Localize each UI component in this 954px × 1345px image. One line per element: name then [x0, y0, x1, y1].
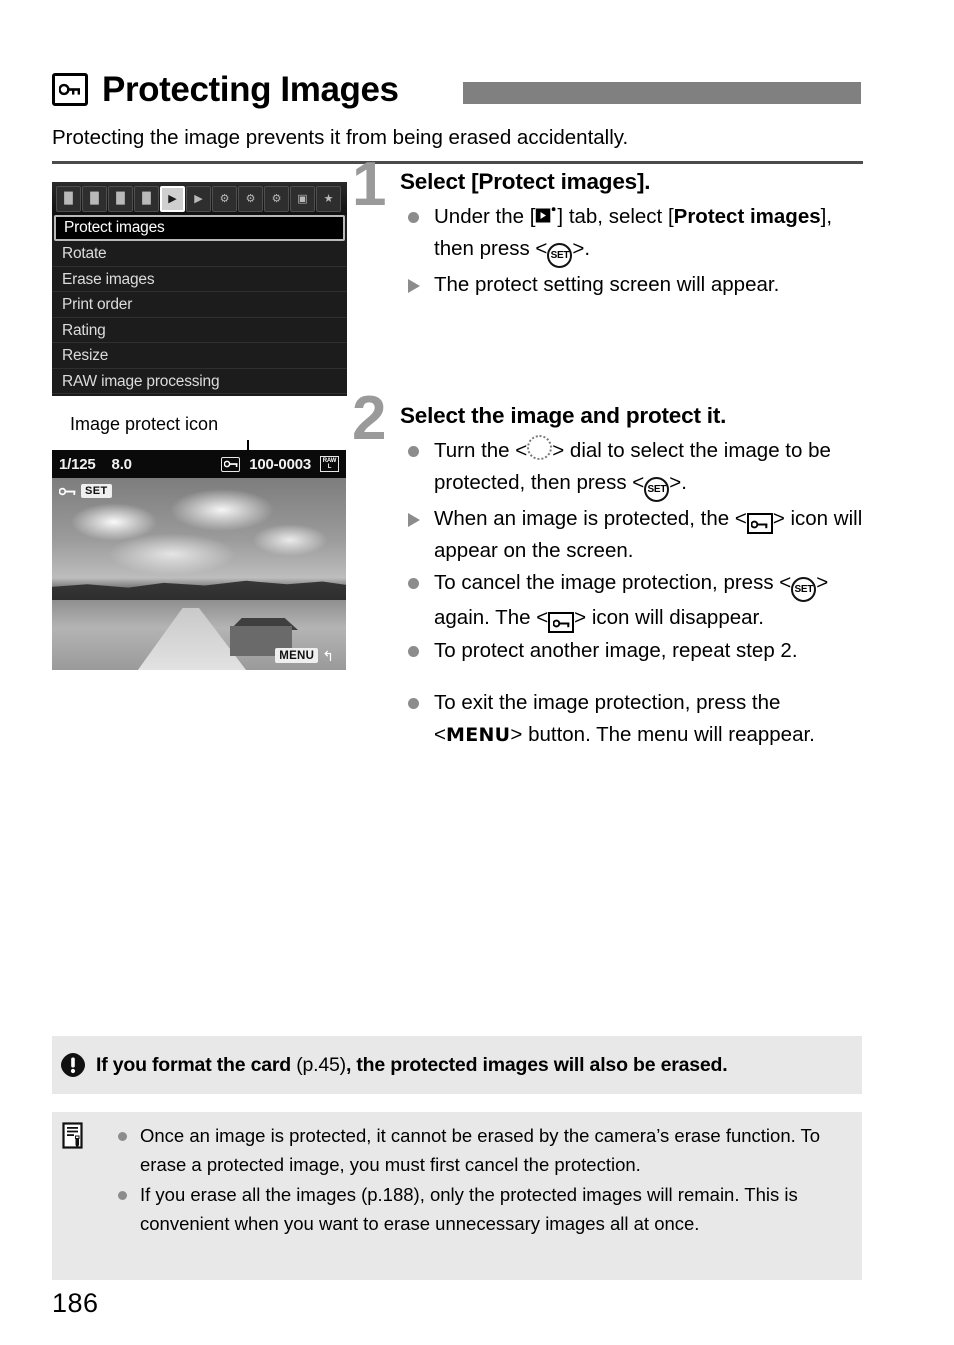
menu-tab-playback-tab-1[interactable]: ▶ — [160, 185, 185, 212]
playback-tab-1: ▶ — [168, 192, 177, 205]
set-button-icon: SET — [644, 476, 670, 502]
lcd-file-number: 100-0003 — [249, 455, 311, 473]
step-2-heading: Select the image and protect it. — [400, 403, 727, 428]
menu-tab-setup-tab-2[interactable]: ⚙ — [238, 185, 263, 212]
note-list: Once an image is protected, it cannot be… — [114, 1122, 846, 1239]
camera-menu-screenshot: █ █ █ █ ▶ ▶ ⚙ ⚙ ⚙ ▣ ★ Protect images Rotate Erase im… — [52, 182, 347, 396]
menu-tab-setup-tab-3[interactable]: ⚙ — [264, 185, 289, 212]
note-item: Once an image is protected, it cannot be… — [114, 1122, 846, 1179]
menu-item-list: Protect images Rotate Erase images Print or… — [52, 215, 347, 394]
menu-item[interactable]: Print order — [52, 292, 347, 318]
lcd-caption-text: Image protect icon — [70, 414, 219, 434]
lcd-set-hint: SET — [59, 484, 112, 498]
shooting-tab-1: █ — [64, 192, 73, 205]
menu-tab-my-menu-tab[interactable]: ★ — [316, 185, 341, 212]
menu-item[interactable]: RAW image processing — [52, 368, 347, 394]
menu-tab-shooting-tab-4[interactable]: █ — [134, 185, 159, 212]
caution-bold-fragment: If you format the card — [96, 1053, 297, 1076]
step-1-heading: Select [Protect images]. — [400, 169, 651, 194]
lcd-quality-bottom: L — [327, 464, 332, 470]
step-1: 1 Select [Protect images]. Under the [] … — [352, 154, 864, 302]
instruction-bullet: To protect another image, repeat step 2. — [400, 635, 864, 667]
lcd-set-label: SET — [81, 484, 112, 498]
lcd-key-icon — [59, 485, 76, 498]
custom-functions-tab: ▣ — [297, 192, 308, 205]
set-button-icon: SET — [547, 242, 573, 268]
instruction-bullet: To cancel the image protection, press < S… — [400, 567, 864, 634]
lcd-caption-group: Image protect icon — [52, 414, 347, 457]
instruction-bullet: The protect setting screen will appear. — [400, 269, 864, 301]
menu-item[interactable]: Rating — [52, 317, 347, 343]
emphasis-text: Protect images — [673, 205, 821, 228]
menu-item[interactable]: Resize — [52, 343, 347, 369]
lcd-preview-photo: SET MENU ↰ — [52, 478, 346, 670]
lcd-protect-icon — [221, 456, 241, 472]
setup-tab-1: ⚙ — [219, 192, 230, 205]
menu-item[interactable]: Erase images — [52, 266, 347, 292]
setup-tab-3: ⚙ — [271, 192, 282, 205]
shooting-tab-3: █ — [116, 192, 125, 205]
step-2-number: 2 — [352, 384, 387, 453]
setup-tab-2: ⚙ — [245, 192, 256, 205]
exclamation-icon — [60, 1052, 86, 1078]
lcd-shutter-speed: 1/125 — [59, 455, 96, 473]
note-item: If you erase all the images (p.188), onl… — [114, 1181, 846, 1238]
menu-tab-custom-functions-tab[interactable]: ▣ — [290, 185, 315, 212]
page-subtitle: Protecting the image prevents it from be… — [52, 126, 629, 149]
menu-item[interactable]: Protect images — [54, 215, 345, 241]
lcd-menu-label: MENU — [275, 648, 319, 663]
quick-control-dial-icon — [527, 435, 553, 460]
key-box-icon — [746, 512, 773, 534]
menu-tab-strip: █ █ █ █ ▶ ▶ ⚙ ⚙ ⚙ ▣ ★ — [52, 182, 347, 215]
my-menu-tab: ★ — [323, 192, 334, 205]
playback-tab-icon — [535, 204, 557, 224]
key-box-icon — [548, 612, 575, 634]
lcd-menu-hint: MENU ↰ — [275, 648, 334, 663]
set-button-icon: SET — [791, 577, 817, 603]
caution-text: If you format the card (p.45), the prote… — [96, 1053, 728, 1077]
lcd-aperture: 8.0 — [111, 455, 132, 473]
step-1-number: 1 — [352, 150, 387, 219]
shooting-tab-4: █ — [142, 192, 151, 205]
page-number: 186 — [52, 1288, 99, 1318]
menu-tab-shooting-tab-3[interactable]: █ — [108, 185, 133, 212]
instruction-bullet: To exit the image protection, press the … — [400, 687, 864, 751]
shooting-tab-2: █ — [90, 192, 99, 205]
caution-bold-fragment: , the protected images will also be eras… — [345, 1053, 728, 1076]
menu-button-icon: MENU — [445, 723, 511, 746]
instruction-bullet: Under the [] tab, select [Protect images… — [400, 201, 864, 268]
camera-lcd-screenshot: 1/125 8.0 100-0003 RAW L SET MENU ↰ — [52, 450, 346, 670]
step-1-bullets: Under the [] tab, select [Protect images… — [400, 201, 864, 301]
caution-box: If you format the card (p.45), the prote… — [52, 1036, 862, 1094]
lcd-back-arrow-icon: ↰ — [322, 647, 334, 664]
step-2: 2 Select the image and protect it. Turn … — [352, 388, 864, 751]
instruction-bullet: When an image is protected, the < > icon … — [400, 503, 864, 567]
menu-tab-setup-tab-1[interactable]: ⚙ — [212, 185, 237, 212]
caution-page-ref: (p.45) — [296, 1053, 346, 1076]
lcd-quality-badge: RAW L — [320, 456, 339, 472]
page-title: Protecting Images — [102, 69, 399, 109]
title-accent-bar — [463, 82, 861, 104]
menu-tab-shooting-tab-2[interactable]: █ — [82, 185, 107, 212]
key-in-box-icon — [52, 72, 88, 106]
playback-tab-2: ▶ — [194, 192, 203, 205]
note-pencil-icon — [62, 1122, 86, 1150]
menu-tab-playback-tab-2[interactable]: ▶ — [186, 185, 211, 212]
instruction-bullet: Turn the < > dial to select the image to … — [400, 435, 864, 502]
lcd-info-bar: 1/125 8.0 100-0003 RAW L — [52, 450, 346, 478]
note-box: Once an image is protected, it cannot be… — [52, 1112, 862, 1280]
step-2-bullets: Turn the < > dial to select the image to … — [400, 435, 864, 750]
menu-item[interactable]: Rotate — [52, 241, 347, 267]
menu-tab-shooting-tab-1[interactable]: █ — [56, 185, 81, 212]
header-divider — [52, 161, 863, 164]
